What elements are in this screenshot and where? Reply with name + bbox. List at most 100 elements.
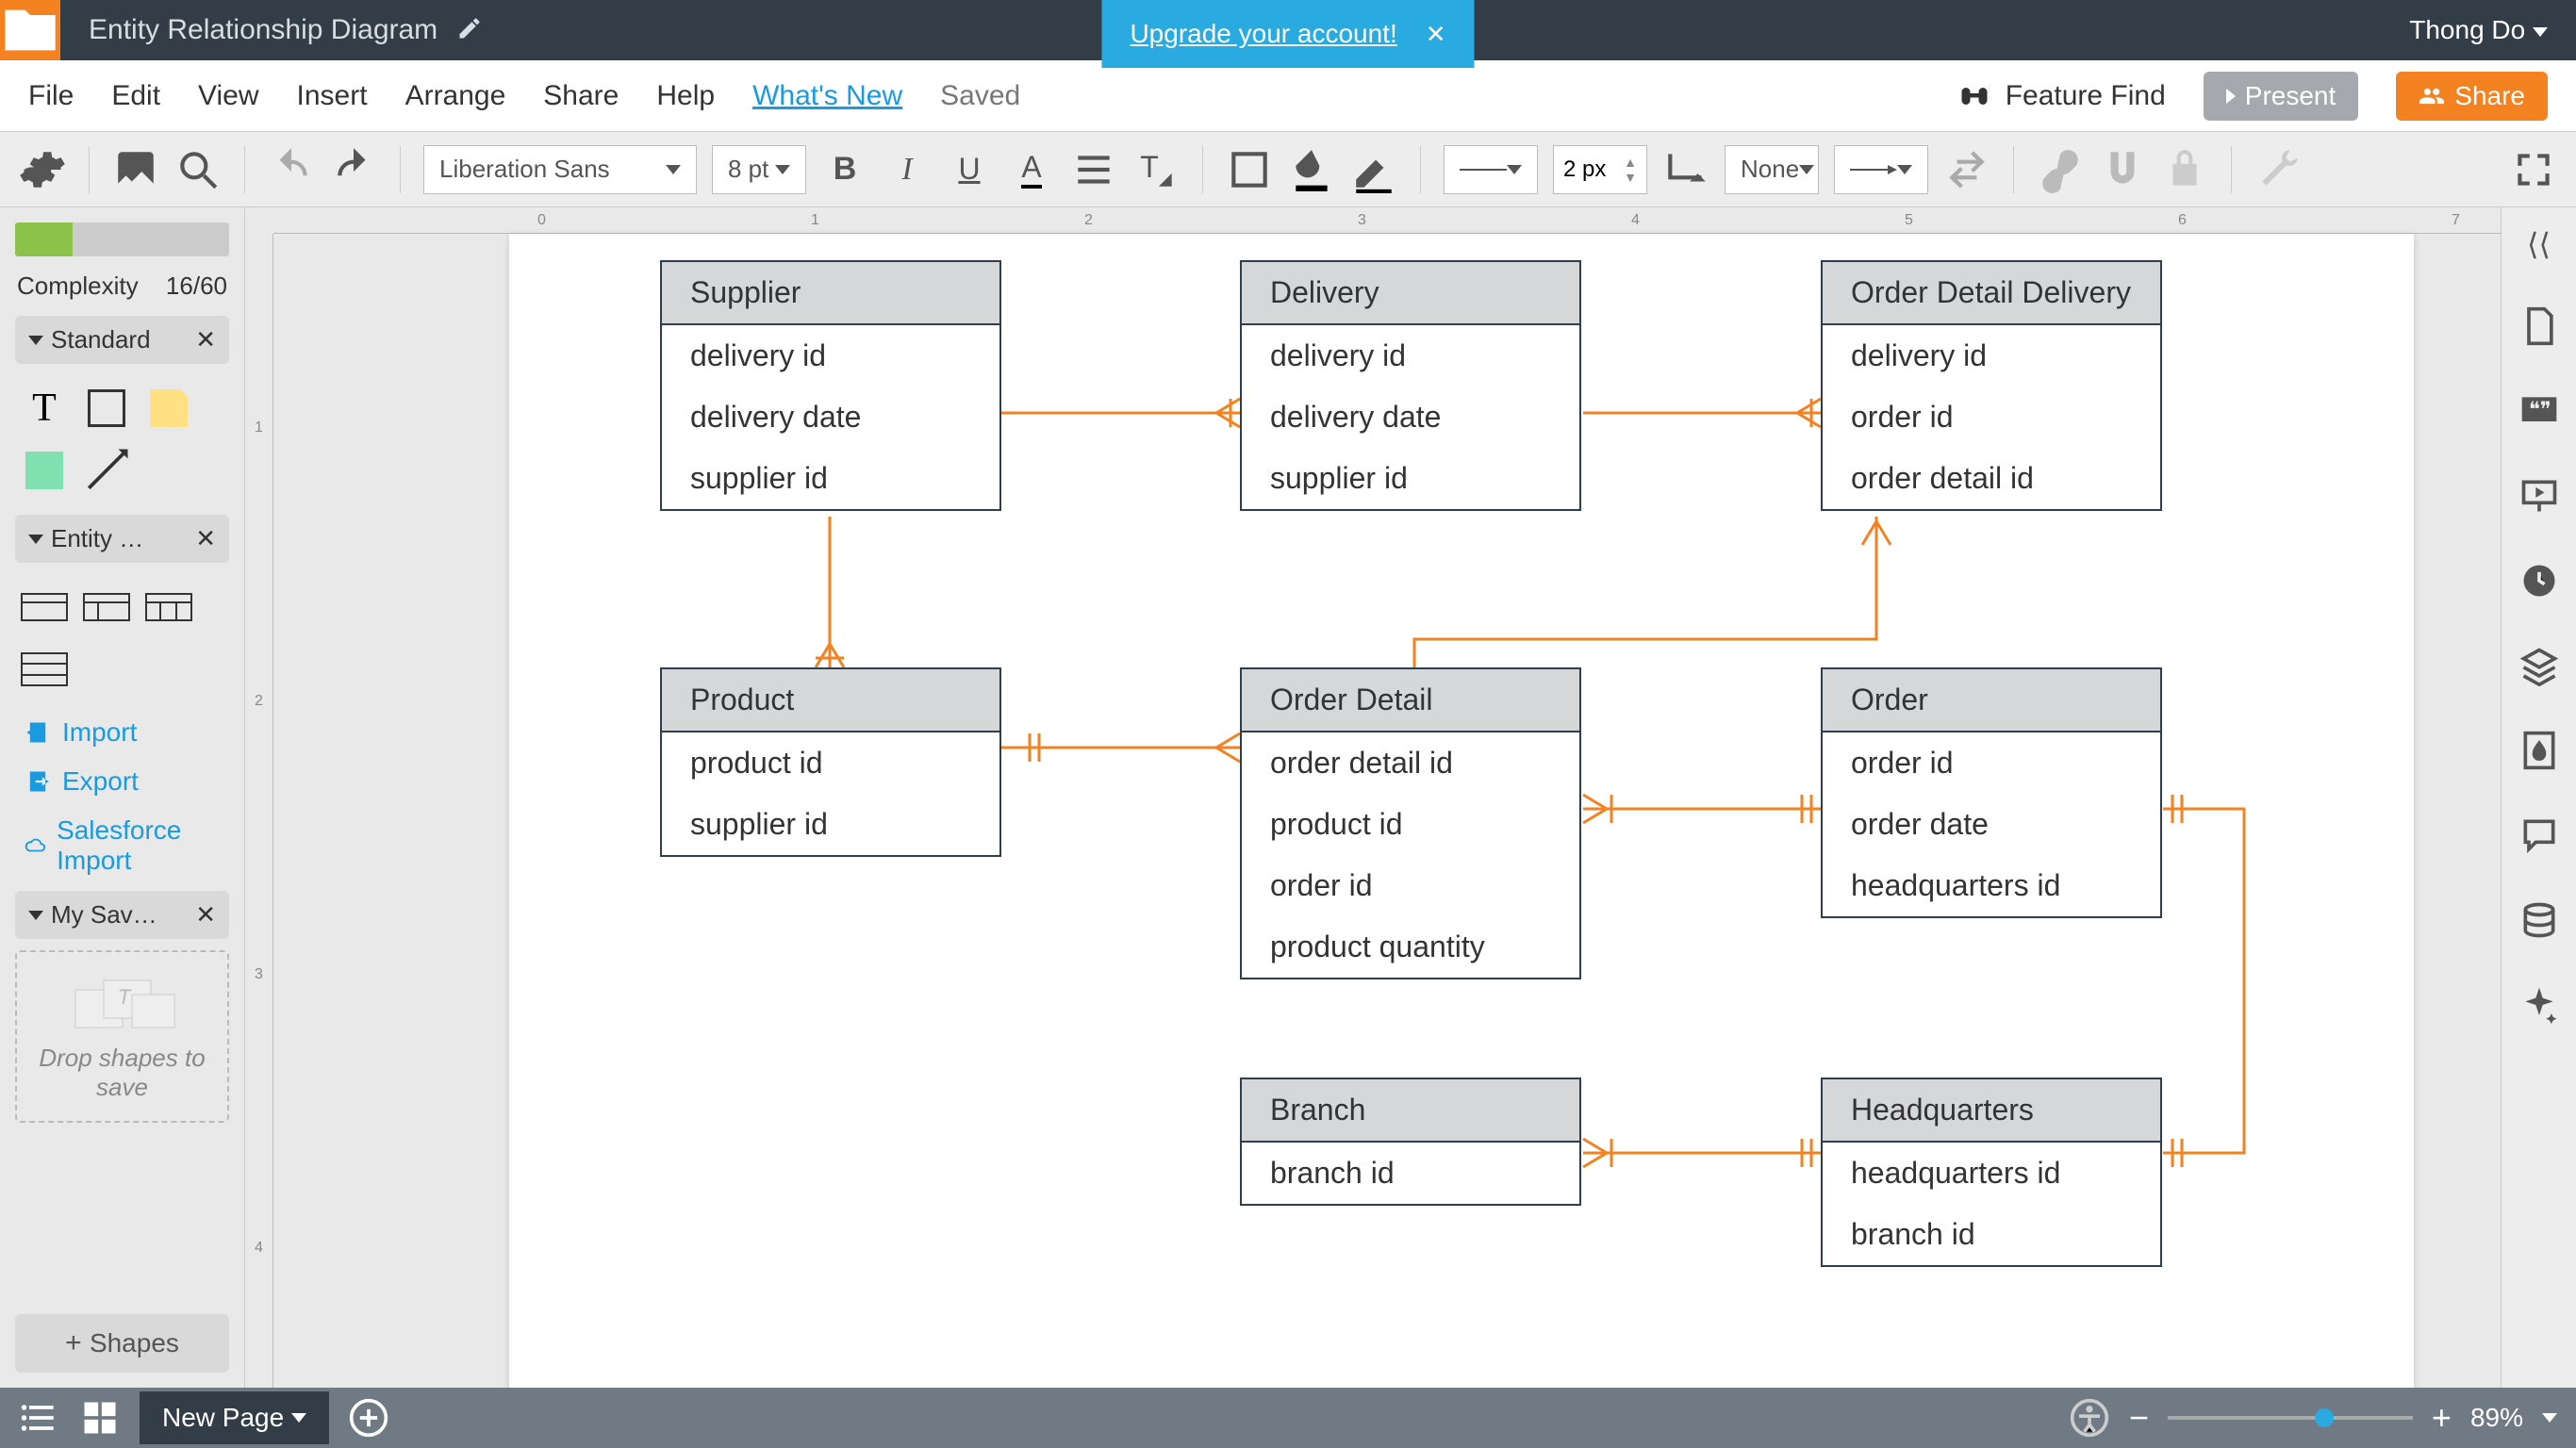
font-select[interactable]: Liberation Sans [423,145,697,194]
salesforce-import-link[interactable]: Salesforce Import [15,812,229,880]
align-button[interactable] [1070,146,1117,193]
menu-insert[interactable]: Insert [297,80,368,112]
swap-ends-button[interactable] [1943,146,1990,193]
line-style-select[interactable] [1444,145,1538,194]
magnet-button[interactable] [2099,146,2146,193]
zoom-out-button[interactable]: − [2129,1398,2149,1438]
entity-order-detail-delivery[interactable]: Order Detail Delivery delivery id order … [1821,260,2162,511]
dock-history-button[interactable] [2518,560,2560,601]
lock-button[interactable] [2161,146,2208,193]
font-size-select[interactable]: 8 pt [712,145,806,194]
entity-headquarters[interactable]: Headquarters headquarters id branch id [1821,1078,2162,1267]
user-menu[interactable]: Thong Do [2409,15,2548,45]
fill-button[interactable] [1288,146,1335,193]
feature-find[interactable]: Feature Find [1957,79,2166,113]
edit-title-button[interactable] [456,15,483,46]
page-tab[interactable]: New Page [140,1391,329,1444]
section-standard[interactable]: Standard ✕ [15,316,229,364]
text-shape[interactable]: T [21,385,68,432]
line-width-input[interactable]: 2 px▲▼ [1553,145,1647,194]
erd-shape-3[interactable] [145,584,192,631]
dock-comment-button[interactable]: ❝❞ [2518,390,2560,432]
dock-present-button[interactable] [2518,475,2560,517]
section-mysaved[interactable]: My Sav… ✕ [15,891,229,939]
swap-icon [1943,146,1990,193]
menu-share[interactable]: Share [543,80,619,112]
menu-file[interactable]: File [28,80,74,112]
text-color-button[interactable]: A [1008,146,1055,193]
present-button[interactable]: Present [2204,72,2359,121]
border-color-button[interactable] [1350,146,1397,193]
share-button[interactable]: Share [2396,72,2548,121]
line-shape[interactable] [83,447,130,494]
saved-shapes-dropzone[interactable]: T Drop shapes to save [15,950,229,1123]
collapse-dock-button[interactable]: ⟨⟨ [2527,226,2551,262]
shape-style-button[interactable] [1226,146,1273,193]
undo-button[interactable] [268,146,315,193]
zoom-slider[interactable] [2168,1416,2413,1420]
dock-page-button[interactable] [2518,305,2560,347]
section-entity[interactable]: Entity … ✕ [15,515,229,563]
dock-actions-button[interactable] [2518,984,2560,1026]
save-status: Saved [940,80,1020,112]
redo-button[interactable] [330,146,377,193]
entity-header: Product [662,669,999,732]
search-button[interactable] [174,146,222,193]
note-shape[interactable] [145,385,192,432]
document-title[interactable]: Entity Relationship Diagram [89,14,438,46]
wrench-button[interactable] [2254,146,2302,193]
entity-delivery[interactable]: Delivery delivery id delivery date suppl… [1240,260,1581,511]
dock-layers-button[interactable] [2518,645,2560,686]
menu-view[interactable]: View [198,80,258,112]
canvas[interactable]: Supplier delivery id delivery date suppl… [273,234,2425,1369]
text-options-button[interactable]: T◢ [1132,146,1180,193]
menu-whatsnew[interactable]: What's New [752,80,902,112]
zoom-level[interactable]: 89% [2470,1403,2523,1433]
entity-branch[interactable]: Branch branch id [1240,1078,1581,1206]
entity-product[interactable]: Product product id supplier id [660,667,1001,857]
grid-view-button[interactable] [79,1397,121,1439]
close-icon[interactable]: ✕ [195,325,216,354]
erd-shape-4[interactable] [21,646,68,693]
bold-button[interactable]: B [821,146,868,193]
block-shape[interactable] [83,385,130,432]
close-icon[interactable]: ✕ [195,900,216,930]
dock-master-button[interactable] [2518,730,2560,771]
settings-button[interactable] [19,146,66,193]
underline-button[interactable]: U [946,146,993,193]
close-icon[interactable]: ✕ [195,524,216,553]
add-page-button[interactable] [348,1397,389,1439]
entity-field: headquarters id [1823,855,2160,916]
shapes-button[interactable]: + Shapes [15,1314,229,1373]
line-type-button[interactable] [1662,146,1709,193]
home-folder-button[interactable] [0,0,60,60]
close-upgrade-button[interactable]: ✕ [1426,20,1446,49]
entity-order-detail[interactable]: Order Detail order detail id product id … [1240,667,1581,979]
link-button[interactable] [2037,146,2084,193]
import-link[interactable]: Import [15,714,229,751]
page[interactable]: Supplier delivery id delivery date suppl… [509,234,2414,1388]
fullscreen-button[interactable] [2510,146,2557,193]
outline-button[interactable] [19,1397,60,1439]
dock-data-button[interactable] [2518,899,2560,941]
zoom-in-button[interactable]: + [2432,1398,2452,1438]
italic-button[interactable]: I [883,146,931,193]
upgrade-banner[interactable]: Upgrade your account! ✕ [1101,0,1474,68]
hotspot-shape[interactable] [21,447,68,494]
export-link[interactable]: Export [15,763,229,800]
menu-edit[interactable]: Edit [111,80,160,112]
dock-panel: ⟨⟨ ❝❞ [2501,207,2576,1388]
entity-supplier[interactable]: Supplier delivery id delivery date suppl… [660,260,1001,511]
erd-shape-1[interactable] [21,584,68,631]
chevron-down-icon [28,535,43,544]
line-end-select[interactable]: None [1725,145,1819,194]
entity-order[interactable]: Order order id order date headquarters i… [1821,667,2162,918]
entity-field: delivery id [1823,325,2160,387]
menu-arrange[interactable]: Arrange [405,80,506,112]
image-button[interactable] [112,146,159,193]
dock-chat-button[interactable] [2518,814,2560,856]
erd-shape-2[interactable] [83,584,130,631]
arrow-select[interactable] [1834,145,1928,194]
accessibility-button[interactable] [2069,1397,2110,1439]
menu-help[interactable]: Help [656,80,715,112]
